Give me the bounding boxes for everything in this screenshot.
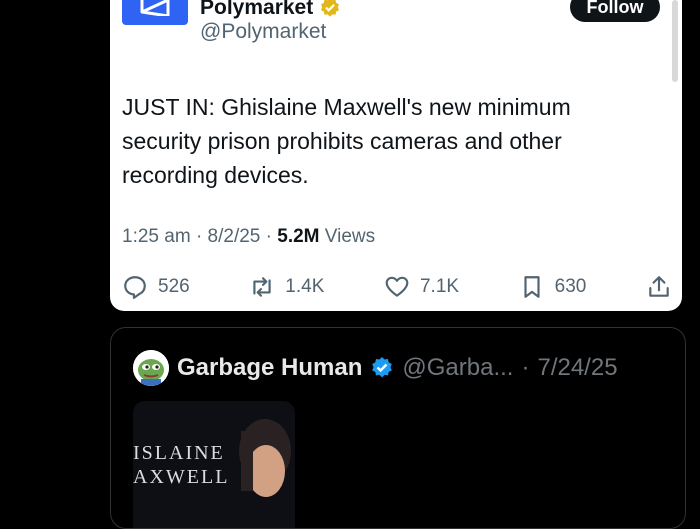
quoted-author-handle[interactable]: @Garba... (402, 354, 513, 382)
author-name-row[interactable]: Polymarket (200, 0, 341, 20)
author-name[interactable]: Polymarket (200, 0, 313, 20)
author-handle[interactable]: @Polymarket (200, 20, 326, 44)
quoted-media-image[interactable]: ISLAINE AXWELL (133, 401, 295, 528)
repost-count: 1.4K (285, 276, 325, 297)
separator: · (195, 226, 208, 247)
like-button[interactable]: 7.1K (384, 274, 459, 300)
image-caption: ISLAINE AXWELL (133, 441, 229, 489)
tweet-date[interactable]: 8/2/25 (208, 226, 261, 247)
bookmark-icon (524, 276, 540, 298)
views-label: Views (324, 226, 376, 247)
share-button[interactable] (646, 274, 672, 300)
verified-blue-badge-icon (372, 357, 393, 378)
separator: · (521, 354, 530, 381)
repost-button[interactable]: 1.4K (249, 274, 324, 300)
reply-icon (124, 276, 146, 299)
repost-icon (253, 277, 271, 297)
tweet-time[interactable]: 1:25 am (122, 226, 191, 247)
reply-count: 526 (158, 276, 190, 297)
image-caption-line: ISLAINE (133, 442, 225, 464)
tweet-card[interactable]: Polymarket @Polymarket Follow JUST IN: G… (110, 0, 682, 311)
verified-gold-badge-icon (321, 0, 340, 17)
bookmark-count: 630 (554, 276, 587, 297)
separator: · (265, 226, 278, 247)
quoted-date[interactable]: 7/24/25 (537, 354, 617, 382)
reply-button[interactable]: 526 (122, 274, 190, 300)
follow-button[interactable]: Follow (570, 0, 660, 22)
quoted-author-name[interactable]: Garbage Human (177, 354, 362, 382)
tweet-text: JUST IN: Ghislaine Maxwell's new minimum… (122, 94, 571, 188)
image-caption-line: AXWELL (133, 466, 230, 488)
like-count: 7.1K (419, 276, 460, 297)
quoted-header: Garbage Human @Garba... · 7/24/25 (177, 354, 618, 382)
polymarket-logo-icon[interactable] (122, 0, 188, 25)
quoted-tweet-card[interactable]: Garbage Human @Garba... · 7/24/25 ISLAIN… (110, 327, 686, 529)
tweet-meta: 1:25 am · 8/2/25 · 5.2M Views (122, 226, 375, 248)
views-count: 5.2M (277, 226, 320, 247)
heart-icon (385, 276, 409, 297)
bookmark-button[interactable]: 630 (519, 274, 587, 300)
portrait-photo (239, 419, 291, 497)
avatar[interactable] (133, 350, 169, 386)
share-icon (649, 276, 669, 297)
tweet-actions: 526 1.4K 7.1K 630 (122, 270, 672, 304)
scrollbar[interactable] (672, 0, 678, 82)
